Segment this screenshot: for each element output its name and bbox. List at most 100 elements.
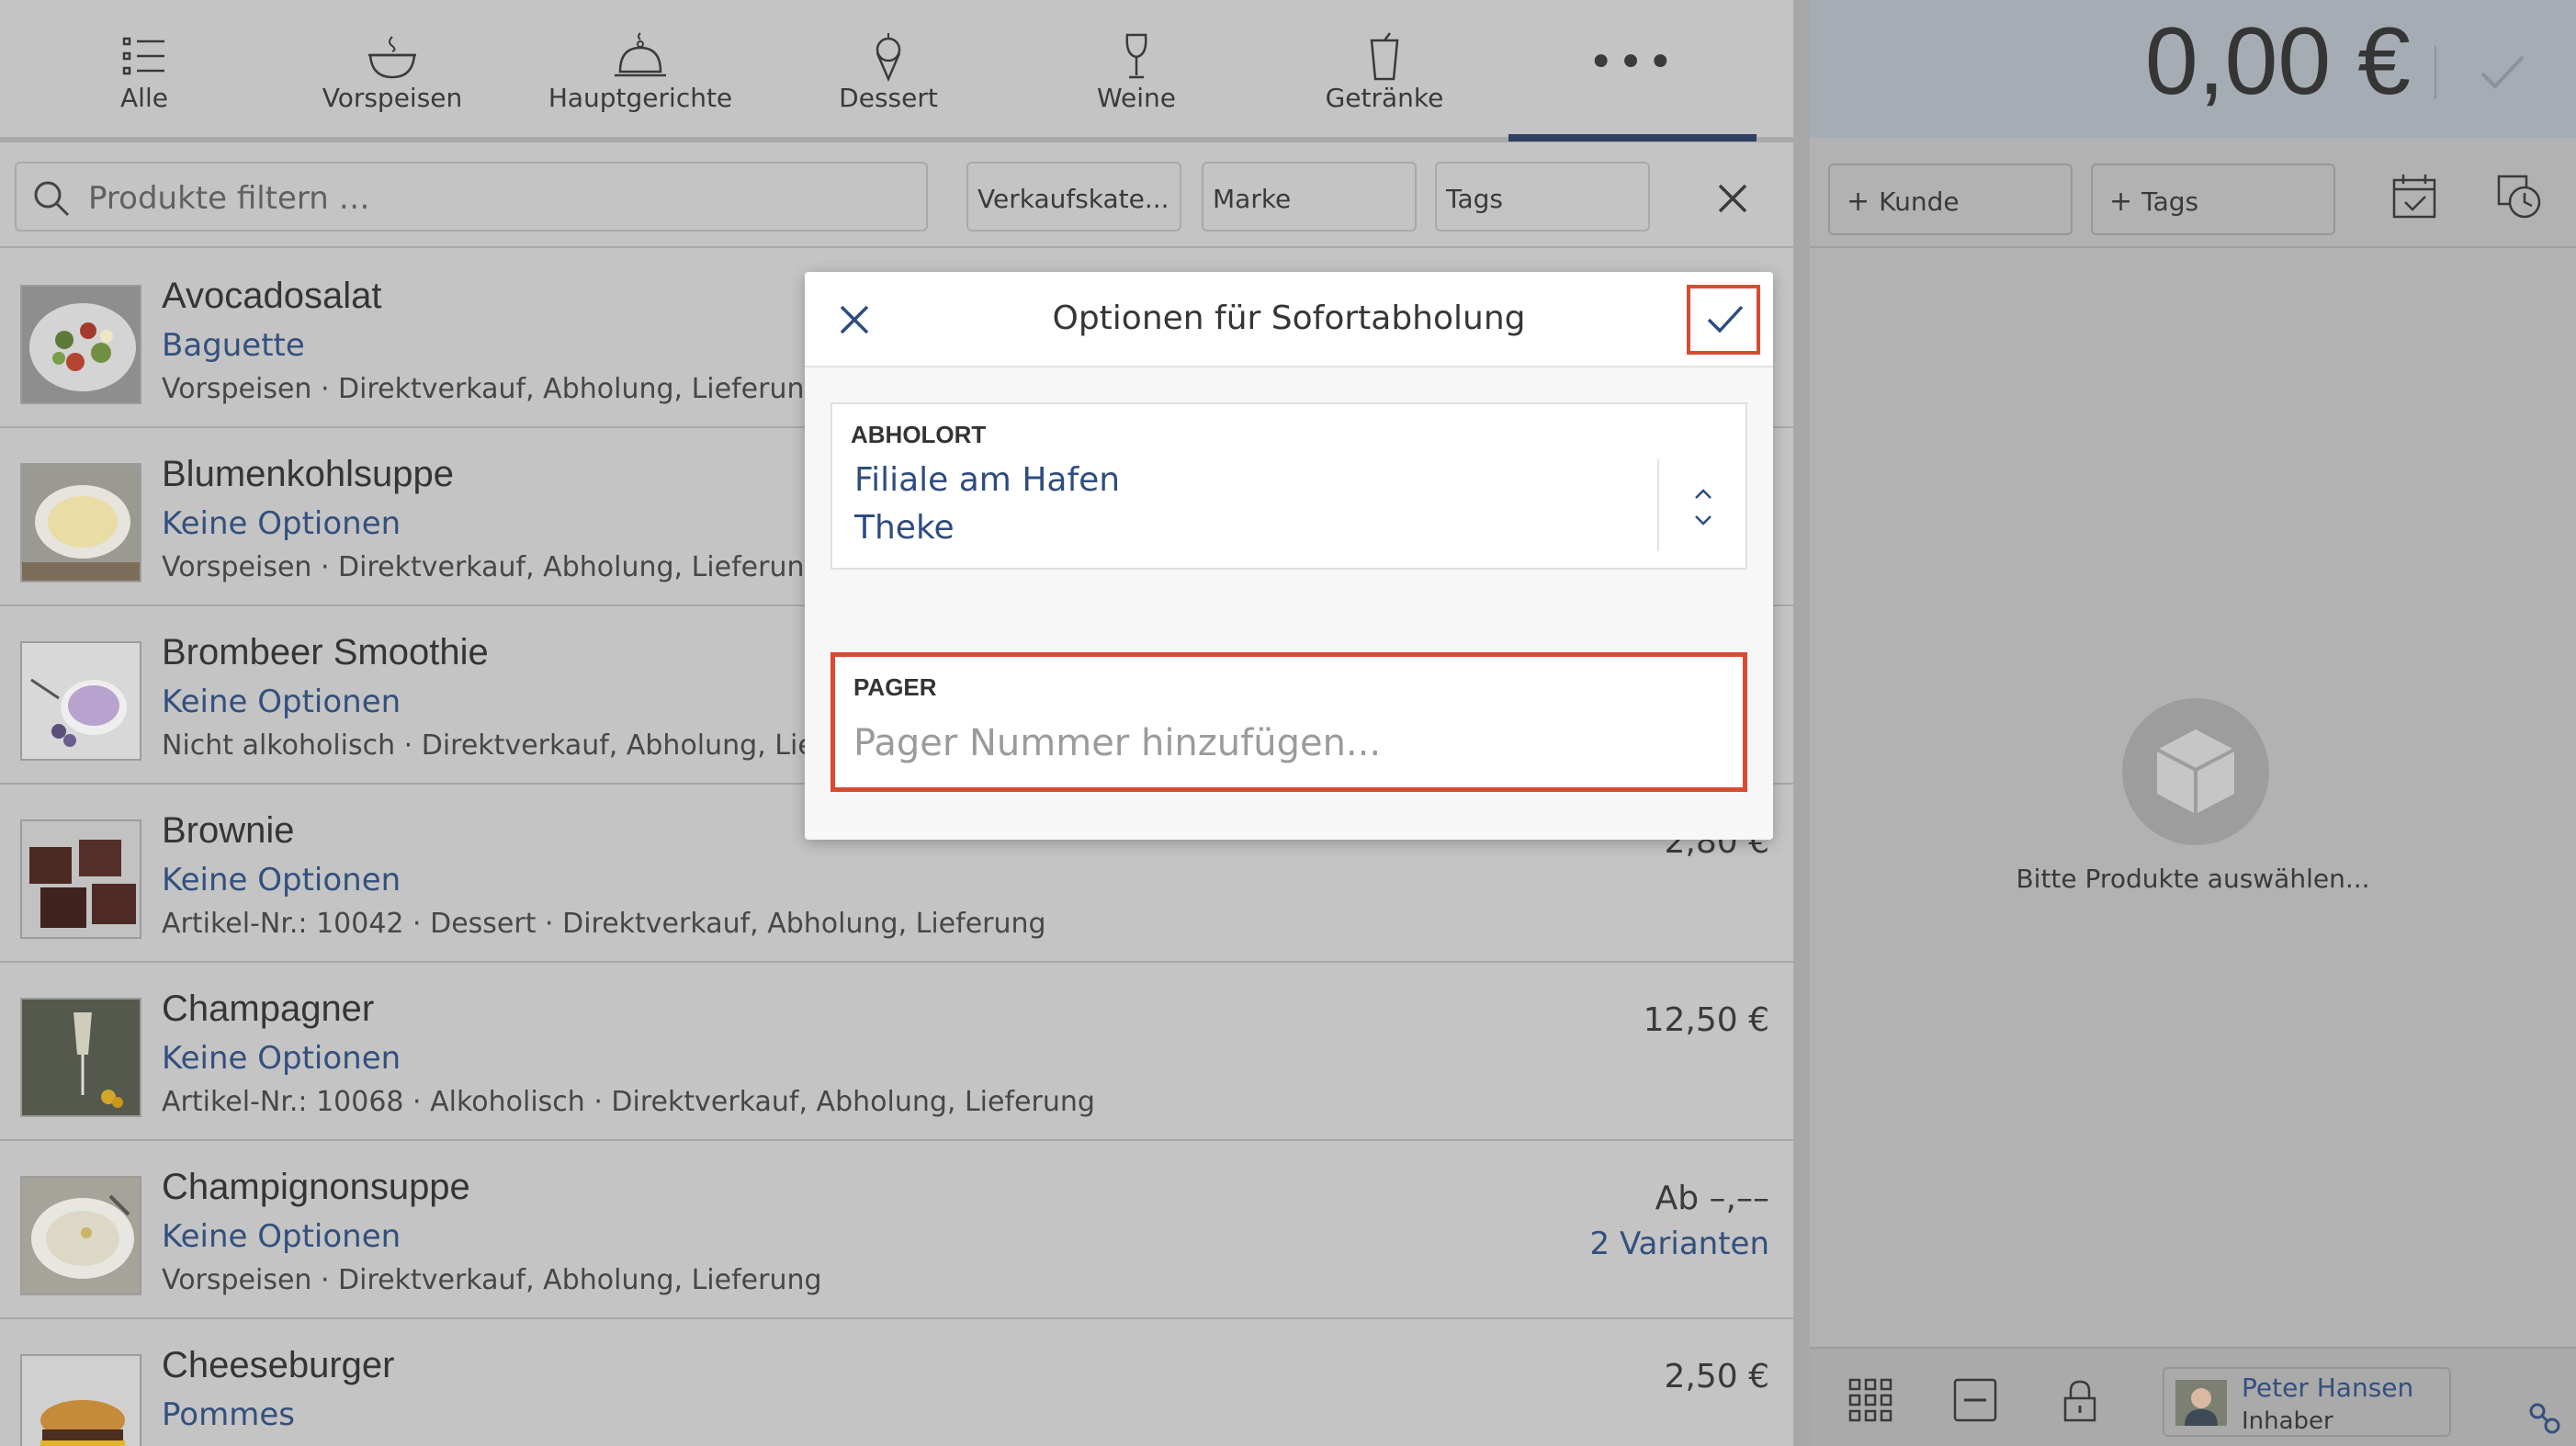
user-name: Peter Hansen bbox=[2242, 1373, 2414, 1403]
tab-label: Vorspeisen bbox=[322, 83, 463, 113]
product-meta: Vorspeisen · Direktverkauf, Abholung, Li… bbox=[162, 373, 822, 405]
dialog-title: Optionen für Sofortabholung bbox=[1052, 299, 1526, 337]
add-customer-label: Kunde bbox=[1879, 186, 1960, 217]
product-name: Champignonsuppe bbox=[162, 1167, 470, 1207]
add-customer-button[interactable]: + Kunde bbox=[1828, 164, 2073, 235]
plus-icon: + bbox=[2109, 186, 2133, 218]
product-meta: Vorspeisen · Direktverkauf, Abholung, Li… bbox=[162, 551, 822, 583]
total-bar: 0,00 € bbox=[1810, 0, 2576, 138]
grid-icon[interactable] bbox=[1847, 1376, 1894, 1424]
sales-category-filter[interactable]: Verkaufskate... bbox=[966, 162, 1181, 232]
tags-filter[interactable]: Tags bbox=[1435, 162, 1650, 232]
product-name: Champagner bbox=[162, 988, 375, 1029]
product-name: Avocadosalat bbox=[162, 276, 382, 316]
pickup-location-label: ABHOLORT bbox=[851, 421, 987, 448]
panel-divider bbox=[1793, 0, 1810, 1446]
product-name: Brownie bbox=[162, 810, 295, 851]
active-tab-indicator bbox=[1508, 134, 1757, 141]
product-meta: Artikel-Nr.: 10042 · Dessert · Direktver… bbox=[162, 908, 1046, 940]
pager-label: PAGER bbox=[853, 673, 937, 701]
search-placeholder: Produkte filtern … bbox=[88, 180, 370, 217]
user-role: Inhaber bbox=[2242, 1407, 2333, 1435]
tab-label: Weine bbox=[1096, 83, 1177, 113]
product-image-champagne bbox=[20, 998, 141, 1117]
product-option: Keine Optionen bbox=[162, 683, 401, 720]
plus-icon: + bbox=[1847, 186, 1870, 218]
product-option: Keine Optionen bbox=[162, 1040, 401, 1077]
soup-bowl-icon bbox=[368, 36, 416, 79]
tab-label: Hauptgerichte bbox=[548, 83, 733, 113]
clock-transfer-icon[interactable] bbox=[2493, 171, 2545, 222]
add-tags-button[interactable]: + Tags bbox=[2091, 164, 2335, 235]
product-row[interactable]: Champagner Keine Optionen Artikel-Nr.: 1… bbox=[0, 963, 1793, 1141]
product-meta: Vorspeisen · Direktverkauf, Abholung, Li… bbox=[162, 1264, 822, 1296]
cart-panel: 0,00 € + Kunde + Tags Bitte Produkte aus… bbox=[1810, 0, 2576, 1446]
pager-field: PAGER bbox=[830, 652, 1747, 792]
ice-cream-icon bbox=[876, 33, 901, 83]
tab-vorspeisen[interactable]: Vorspeisen bbox=[268, 0, 516, 138]
add-tags-label: Tags bbox=[2141, 186, 2199, 217]
tab-weine[interactable]: Weine bbox=[1012, 0, 1260, 138]
product-row[interactable]: Champignonsuppe Keine Optionen Vorspeise… bbox=[0, 1141, 1793, 1319]
bottom-toolbar: Peter Hansen Inhaber bbox=[1810, 1347, 2576, 1446]
divider bbox=[1657, 459, 1659, 551]
product-name: Cheeseburger bbox=[162, 1345, 395, 1385]
product-image-salad bbox=[20, 285, 141, 404]
product-image-smoothie bbox=[20, 641, 141, 761]
list-icon bbox=[122, 37, 164, 75]
more-categories-button[interactable]: ••• bbox=[1508, 37, 1757, 88]
product-option: Baguette bbox=[162, 327, 305, 364]
product-price: 12,50 € bbox=[1643, 1001, 1769, 1039]
product-row[interactable]: Cheeseburger Pommes 2,50 € bbox=[0, 1319, 1793, 1446]
search-icon bbox=[34, 181, 70, 217]
dialog-header: Optionen für Sofortabholung bbox=[805, 272, 1773, 367]
pickup-location-select[interactable]: ABHOLORT Filiale am Hafen Theke bbox=[830, 402, 1747, 570]
divider bbox=[2435, 46, 2436, 99]
product-name: Blumenkohlsuppe bbox=[162, 454, 454, 494]
link-icon[interactable] bbox=[2523, 1396, 2567, 1440]
avatar bbox=[2175, 1380, 2227, 1426]
pager-number-input[interactable] bbox=[853, 716, 1717, 771]
product-image-cheeseburger bbox=[20, 1354, 141, 1446]
empty-cart-icon bbox=[2122, 698, 2269, 845]
cart-actions: + Kunde + Tags bbox=[1810, 138, 2576, 248]
product-option: Keine Optionen bbox=[162, 1218, 401, 1255]
cup-icon bbox=[1370, 32, 1399, 81]
minus-box-icon[interactable] bbox=[1951, 1376, 1999, 1424]
product-option: Keine Optionen bbox=[162, 862, 401, 898]
product-variants: 2 Varianten bbox=[1589, 1226, 1770, 1262]
pickup-point-value: Theke bbox=[854, 509, 955, 547]
tab-alle[interactable]: Alle bbox=[20, 0, 268, 138]
brand-filter[interactable]: Marke bbox=[1202, 162, 1417, 232]
product-name: Brombeer Smoothie bbox=[162, 632, 489, 672]
product-option: Keine Optionen bbox=[162, 505, 401, 542]
product-option: Pommes bbox=[162, 1396, 295, 1433]
product-image-brownie bbox=[20, 819, 141, 939]
tab-getraenke[interactable]: Getränke bbox=[1260, 0, 1508, 138]
tab-label: Getränke bbox=[1325, 83, 1444, 113]
tab-dessert[interactable]: Dessert bbox=[764, 0, 1012, 138]
wine-glass-icon bbox=[1125, 33, 1147, 79]
product-search-input[interactable]: Produkte filtern … bbox=[15, 162, 928, 232]
cloche-icon bbox=[615, 32, 666, 77]
pickup-location-value: Filiale am Hafen bbox=[854, 461, 1121, 499]
confirm-button[interactable] bbox=[1687, 285, 1760, 355]
empty-cart-text: Bitte Produkte auswählen... bbox=[2016, 864, 2370, 894]
product-image-soup bbox=[20, 463, 141, 582]
category-tabs: Alle Vorspeisen Hauptgerichte Dessert We… bbox=[0, 0, 1793, 142]
lock-icon[interactable] bbox=[2056, 1376, 2104, 1424]
tab-label: Alle bbox=[120, 83, 168, 113]
tab-hauptgerichte[interactable]: Hauptgerichte bbox=[516, 0, 764, 138]
product-price: Ab –,–– bbox=[1655, 1180, 1769, 1217]
checkmark-icon[interactable] bbox=[2477, 46, 2528, 97]
product-meta: Nicht alkoholisch · Direktverkauf, Abhol… bbox=[162, 729, 906, 762]
user-button[interactable]: Peter Hansen Inhaber bbox=[2163, 1367, 2451, 1437]
chevron-up-down-icon[interactable] bbox=[1690, 483, 1716, 531]
filter-bar: Produkte filtern … Verkaufskate... Marke… bbox=[0, 143, 1793, 248]
product-price: 2,50 € bbox=[1664, 1358, 1769, 1395]
checkmark-icon bbox=[1707, 305, 1744, 333]
close-icon[interactable] bbox=[1711, 176, 1755, 220]
cart-total: 0,00 € bbox=[2144, 8, 2411, 115]
product-meta: Artikel-Nr.: 10068 · Alkoholisch · Direk… bbox=[162, 1086, 1095, 1118]
calendar-check-icon[interactable] bbox=[2389, 171, 2440, 222]
